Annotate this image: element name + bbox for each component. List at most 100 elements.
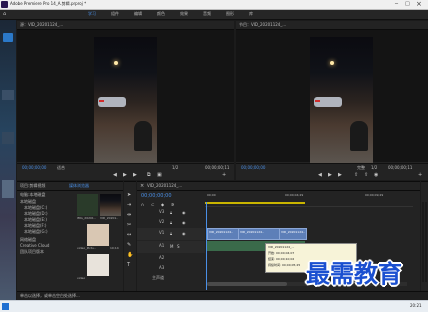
play-icon[interactable]: ▶ (123, 172, 127, 178)
step-back-icon[interactable]: ◀ (113, 172, 117, 178)
project-tabs: 项目:剪辑视频 媒体浏览器 (17, 182, 123, 191)
video-clip[interactable]: VID_20201124.. (279, 228, 307, 240)
tree-item[interactable]: Creative Cloud (20, 244, 49, 248)
tree-item[interactable]: 本地磁盘(E:) (24, 218, 47, 222)
snap-icon[interactable]: ∩ (141, 202, 144, 207)
workspace-tab[interactable]: 编辑 (134, 12, 142, 16)
program-resolution[interactable]: 1/2 (371, 166, 377, 170)
program-timecode[interactable]: 00;00;00;00 (241, 166, 265, 170)
lock-icon[interactable]: 🔒︎ (170, 210, 172, 215)
workspace-tab[interactable]: 效果 (180, 12, 188, 16)
marker-icon[interactable]: ◆ (161, 202, 164, 207)
maximize-icon[interactable]: □ (405, 1, 410, 7)
home-icon[interactable]: ⌂ (3, 11, 6, 17)
status-text: 单击以选择，或单击空白处选择... (20, 293, 80, 298)
type-tool-icon[interactable]: T (127, 262, 130, 268)
track-label[interactable]: A3 (159, 266, 164, 270)
source-resolution[interactable]: 1/2 (172, 166, 178, 170)
program-fit-select[interactable]: 完整 (357, 166, 365, 170)
program-monitor-title[interactable]: 节目：VID_20201124_... (239, 23, 286, 27)
settings-icon[interactable]: + (418, 172, 422, 178)
track-label[interactable]: A1 (159, 244, 164, 248)
program-duration: 00;00;00;11 (388, 165, 413, 170)
media-item[interactable]: IMG_20201.. (77, 194, 98, 222)
tree-item[interactable]: 本地磁盘(G:) (24, 230, 48, 234)
step-back-icon[interactable]: ◀ (318, 172, 322, 178)
selection-tool-icon[interactable]: ➤ (127, 192, 131, 198)
scrollbar-thumb[interactable] (207, 282, 287, 286)
lift-icon[interactable]: ⇧ (354, 172, 358, 178)
media-item[interactable]: video_Pictu.. 10;14 (77, 224, 121, 252)
tree-item[interactable]: 本地磁盘(D:) (24, 212, 48, 216)
lock-icon[interactable]: 🔒︎ (170, 220, 172, 225)
desktop-icon[interactable] (2, 90, 14, 100)
step-forward-icon[interactable]: ▶ (338, 172, 342, 178)
solo-icon[interactable]: S (177, 244, 180, 249)
media-thumbnail (87, 224, 109, 246)
start-icon[interactable] (2, 303, 9, 310)
workspace-tab[interactable]: 组件 (111, 12, 119, 16)
tab-media-browser[interactable]: 媒体浏览器 (69, 184, 89, 188)
source-fit-select[interactable]: 适合 (57, 166, 65, 170)
ripple-edit-tool-icon[interactable]: ⇹ (127, 212, 131, 218)
media-item[interactable]: VID_20201.. (100, 194, 121, 222)
track-label[interactable]: 主声道 (152, 276, 164, 280)
pen-tool-icon[interactable]: ✎ (127, 242, 131, 248)
tree-item[interactable]: 本地磁盘(C:) (24, 206, 47, 210)
close-icon[interactable]: × (416, 0, 422, 8)
path-breadcrumb[interactable]: 电脑:本地磁盘 (20, 193, 45, 197)
linked-selection-icon[interactable]: ⊂ (151, 202, 154, 207)
tree-item[interactable]: 本地磁盘(F:) (24, 224, 46, 228)
settings-icon[interactable]: + (222, 172, 226, 178)
media-item[interactable]: video (77, 254, 121, 282)
wrench-icon[interactable]: ✲ (171, 202, 174, 207)
eye-icon[interactable]: ◉ (182, 231, 186, 236)
workspace-tab[interactable]: 颜色 (157, 12, 165, 16)
extract-icon[interactable]: ⇪ (364, 172, 368, 178)
close-tab-icon[interactable]: × (140, 183, 144, 189)
workspace-tab[interactable]: 图形 (226, 12, 234, 16)
razor-tool-icon[interactable]: ✂ (127, 222, 131, 228)
eye-icon[interactable]: ◉ (182, 220, 186, 225)
hand-tool-icon[interactable]: ✋ (127, 252, 133, 258)
eye-icon[interactable]: ◉ (182, 210, 186, 215)
meter-bar (422, 202, 424, 282)
track-label[interactable]: V3 (159, 210, 164, 214)
folder-tree: 本地磁盘 本地磁盘(C:) 本地磁盘(D:) 本地磁盘(E:) 本地磁盘(F:)… (20, 200, 72, 260)
workspace-tab[interactable]: 库 (249, 12, 253, 16)
source-monitor-title[interactable]: 源：VID_20201124_... (20, 23, 63, 27)
minimize-icon[interactable]: ─ (395, 1, 398, 7)
step-forward-icon[interactable]: ▶ (133, 172, 137, 178)
mute-icon[interactable]: M (170, 244, 173, 249)
desktop-icon[interactable] (2, 180, 14, 198)
tree-item[interactable]: 本地磁盘 (20, 200, 36, 204)
workspace-tab[interactable]: 学习 (88, 12, 96, 16)
track-label[interactable]: A2 (159, 256, 164, 260)
track-select-tool-icon[interactable]: ⇥ (127, 202, 131, 208)
video-clip[interactable]: VID_20201124.. (238, 228, 280, 240)
media-name: VID_20201.. (100, 216, 119, 220)
timeline-timecode[interactable]: 00;00;00;00 (141, 194, 172, 199)
slip-tool-icon[interactable]: ↔ (127, 232, 131, 238)
car-tail-light (99, 100, 104, 102)
lock-icon[interactable]: 🔒︎ (170, 231, 172, 236)
work-area-bar[interactable] (205, 202, 305, 204)
overwrite-icon[interactable]: ▣ (157, 172, 162, 178)
ruler-label: 00;00;04;29 (285, 193, 304, 197)
desktop-icon[interactable] (3, 33, 13, 42)
video-clip[interactable]: VID_20201124.. (207, 228, 239, 240)
desktop-icon[interactable] (2, 132, 14, 144)
track-label[interactable]: V1 (159, 231, 164, 235)
tree-item[interactable]: 网络磁盘 (20, 238, 36, 242)
track-label[interactable]: V2 (159, 220, 164, 224)
workspace-tab[interactable]: 音频 (203, 12, 211, 16)
export-frame-icon[interactable]: ◉ (374, 172, 378, 178)
tab-project[interactable]: 项目:剪辑视频 (20, 184, 45, 188)
play-icon[interactable]: ▶ (328, 172, 332, 178)
tooltip-start: 开始: 00;00;04;07 (268, 251, 295, 255)
sequence-tab[interactable]: VID_20201124_... (147, 184, 182, 188)
source-timecode[interactable]: 00;00;00;00 (22, 166, 46, 170)
insert-icon[interactable]: ⧉ (147, 172, 151, 178)
tooltip-duration: 持续时间: 00;00;05;25 (268, 263, 301, 267)
tree-item[interactable]: 团队项目版本 (20, 250, 44, 254)
